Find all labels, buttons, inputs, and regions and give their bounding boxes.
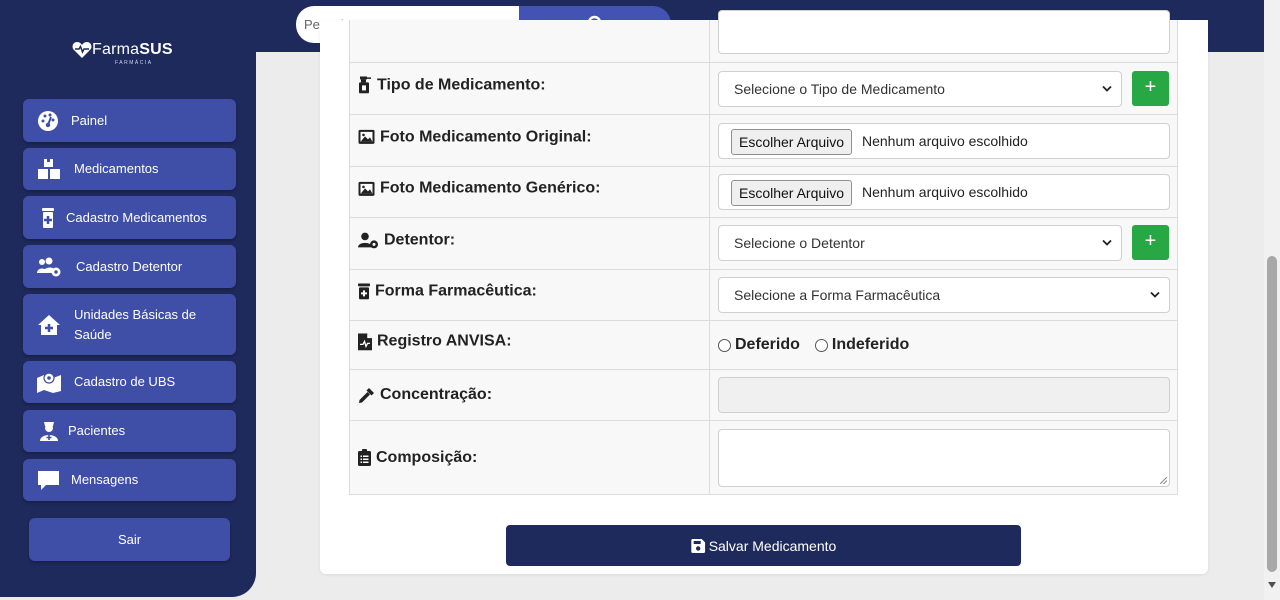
concentracao-label: Concentração: (380, 386, 493, 403)
sidebar-item-label: Cadastro de UBS (74, 374, 176, 389)
table-row: Tipo de Medicamento: Selecione o Tipo de… (349, 63, 1178, 115)
pill-bottle-icon (358, 283, 370, 300)
table-row: Concentração: (349, 370, 1178, 421)
sidebar-item-cadastro-ubs[interactable]: Cadastro de UBS (23, 361, 236, 403)
boxes-icon (38, 159, 60, 179)
brand-subtitle: FARMÁCIA (115, 60, 153, 66)
table-row: Foto Medicamento Original: Escolher Arqu… (349, 115, 1178, 167)
file-status: Nenhum arquivo escolhido (862, 133, 1028, 149)
foto-original-label: Foto Medicamento Original: (380, 127, 592, 145)
user-nurse-icon (40, 422, 58, 441)
add-detentor-button[interactable]: + (1132, 225, 1169, 260)
save-button[interactable]: Salvar Medicamento (506, 525, 1021, 566)
table-row: Detentor: Selecione o Detentor + (349, 218, 1178, 270)
registro-radio-group: Deferido Indeferido (718, 336, 924, 354)
chevron-down-icon (1150, 291, 1160, 298)
tipo-label: Tipo de Medicamento: (377, 75, 546, 93)
choose-file-button[interactable]: Escolher Arquivo (731, 129, 853, 155)
foto-generico-label: Foto Medicamento Genérico: (380, 179, 601, 197)
sidebar-item-label: Mensagens (71, 472, 139, 487)
detentor-select[interactable]: Selecione o Detentor (718, 225, 1122, 261)
tipo-select[interactable]: Selecione o Tipo de Medicamento (718, 71, 1122, 107)
image-icon (358, 181, 375, 196)
sidebar-item-label: Unidades Básicas de Saúde (74, 306, 197, 342)
sidebar-item-medicamentos[interactable]: Medicamentos (23, 148, 236, 190)
message-icon (38, 471, 59, 490)
sidebar-item-mensagens[interactable]: Mensagens (23, 459, 236, 501)
gauge-icon (38, 110, 58, 131)
user-gear-icon (358, 232, 378, 248)
heart-pulse-icon (72, 42, 92, 58)
table-row: Forma Farmacêutica: Selecione a Forma Fa… (349, 270, 1178, 321)
floppy-disk-icon (690, 538, 705, 553)
sidebar-item-label: Medicamentos (74, 161, 159, 176)
composicao-textarea[interactable] (718, 429, 1170, 487)
add-tipo-button[interactable]: + (1132, 71, 1169, 106)
radio-deferido[interactable] (718, 338, 731, 352)
table-row: Composição: (349, 421, 1178, 495)
radio-deferido-label[interactable]: Deferido (735, 336, 800, 354)
resize-grip-icon[interactable] (1160, 477, 1167, 484)
sidebar-item-label: Pacientes (68, 423, 126, 438)
sidebar-item-ubs[interactable]: Unidades Básicas de Saúde (23, 294, 236, 355)
chevron-down-icon (1102, 85, 1112, 92)
sidebar-item-label: Cadastro Medicamentos (66, 209, 207, 225)
detentor-label: Detentor: (384, 230, 456, 248)
radio-indeferido[interactable] (814, 338, 828, 352)
file-status: Nenhum arquivo escolhido (862, 184, 1028, 200)
chevron-down-icon (1102, 239, 1112, 246)
logo: FarmaSUS FARMÁCIA (72, 41, 192, 69)
sidebar-item-cadastro-detentor[interactable]: Cadastro Detentor (23, 245, 236, 288)
concentracao-input[interactable] (718, 377, 1170, 413)
house-medical-icon (38, 314, 60, 335)
scrollbar-thumb[interactable] (1267, 256, 1277, 572)
file-medical-icon (358, 332, 372, 350)
users-gear-icon (37, 257, 61, 276)
scroll-down-icon[interactable] (1268, 582, 1276, 588)
clipboard-list-icon (358, 449, 371, 466)
logout-button[interactable]: Sair (29, 518, 230, 561)
registro-label: Registro ANVISA: (377, 332, 512, 350)
spray-bottle-icon (359, 76, 371, 94)
foto-original-file-input: Escolher Arquivo Nenhum arquivo escolhid… (718, 123, 1170, 159)
pill-bottle-icon (42, 207, 54, 228)
foto-generico-file-input: Escolher Arquivo Nenhum arquivo escolhid… (718, 174, 1170, 210)
page-scrollbar[interactable] (1264, 0, 1280, 600)
sidebar: FarmaSUS FARMÁCIA Painel Medicamentos Ca… (0, 0, 256, 597)
table-row: Registro ANVISA: Deferido Indeferido (349, 321, 1178, 370)
field-partial[interactable] (718, 10, 1170, 54)
sidebar-item-label: Cadastro Detentor (76, 258, 183, 274)
forma-label: Forma Farmacêutica: (375, 282, 537, 300)
save-button-label: Salvar Medicamento (708, 537, 837, 554)
radio-indeferido-label[interactable]: Indeferido (832, 336, 909, 354)
form-card: Tipo de Medicamento: Selecione o Tipo de… (320, 10, 1208, 574)
table-row: Foto Medicamento Genérico: Escolher Arqu… (349, 167, 1178, 218)
table-row (349, 10, 1178, 63)
sidebar-item-cadastro-medicamentos[interactable]: Cadastro Medicamentos (23, 196, 236, 239)
composicao-label: Composição: (376, 448, 478, 466)
forma-select[interactable]: Selecione a Forma Farmacêutica (718, 277, 1170, 313)
image-icon (358, 129, 375, 144)
eyedropper-icon (359, 387, 374, 403)
sidebar-item-label: Painel (71, 112, 108, 128)
sidebar-item-painel[interactable]: Painel (23, 99, 236, 142)
choose-file-button[interactable]: Escolher Arquivo (731, 180, 853, 206)
map-location-icon (37, 372, 61, 393)
sidebar-item-pacientes[interactable]: Pacientes (23, 410, 236, 452)
brand-name: FarmaSUS (92, 41, 173, 58)
